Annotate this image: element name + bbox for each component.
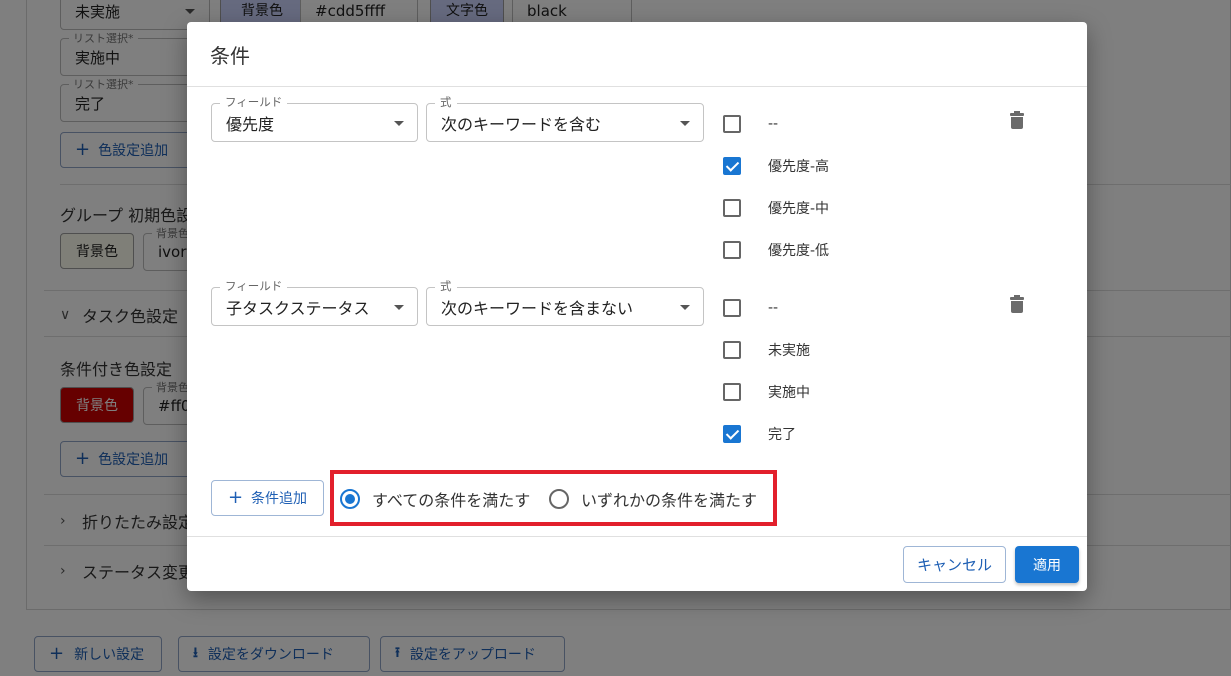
field-select-label: フィールド [220, 94, 288, 110]
option-checkbox-row[interactable]: 未実施 [723, 338, 810, 362]
option-checkbox-row[interactable]: 完了 [723, 422, 796, 446]
expression-select-value: 次のキーワードを含む [441, 114, 602, 134]
option-checkbox-row[interactable]: 優先度-低 [723, 238, 829, 262]
field-select[interactable]: フィールド 優先度 [211, 94, 418, 142]
checkbox-label: 実施中 [768, 385, 810, 401]
dialog-footer-divider [187, 536, 1087, 537]
dialog-title: 条件 [210, 44, 250, 68]
checkbox-label: 優先度-中 [768, 201, 830, 217]
field-select[interactable]: フィールド 子タスクステータス [211, 278, 418, 326]
option-checkbox-row[interactable]: -- [723, 112, 778, 136]
chevron-down-icon [394, 120, 404, 126]
checkbox[interactable] [723, 299, 741, 317]
chevron-down-icon [680, 304, 690, 310]
expression-select-value: 次のキーワードを含まない [441, 298, 634, 318]
match-any-radio-option[interactable]: いずれかの条件を満たす [549, 487, 757, 511]
checkbox-label: 優先度-低 [768, 243, 830, 259]
field-select-label: フィールド [220, 278, 288, 294]
radio-label: すべての条件を満たす [372, 491, 531, 510]
match-all-radio-option[interactable]: すべての条件を満たす [340, 487, 530, 511]
apply-button[interactable]: 適用 [1015, 546, 1079, 583]
checkbox-label: -- [768, 300, 779, 316]
option-checkbox-row[interactable]: -- [723, 296, 778, 320]
checkbox[interactable] [723, 383, 741, 401]
checkbox[interactable] [723, 199, 741, 217]
radio-label: いずれかの条件を満たす [581, 491, 758, 510]
field-select-value: 優先度 [226, 114, 275, 134]
checkbox-label: -- [768, 116, 779, 132]
expression-select[interactable]: 式 次のキーワードを含む [426, 94, 704, 142]
option-checkbox-row[interactable]: 優先度-中 [723, 196, 829, 220]
checkbox-label: 完了 [768, 427, 796, 443]
delete-condition-trash-icon[interactable] [1010, 111, 1024, 129]
checkbox-label: 未実施 [768, 343, 810, 359]
chevron-down-icon [680, 120, 690, 126]
delete-condition-trash-icon[interactable] [1010, 295, 1024, 313]
checkbox[interactable] [723, 341, 741, 359]
chevron-down-icon [394, 304, 404, 310]
expression-select-label: 式 [435, 278, 457, 294]
cancel-button[interactable]: キャンセル [903, 546, 1006, 583]
checkbox[interactable] [723, 115, 741, 133]
checkbox-label: 優先度-高 [768, 159, 830, 175]
radio-button[interactable] [340, 489, 360, 509]
option-checkbox-row[interactable]: 優先度-高 [723, 154, 829, 178]
field-select-value: 子タスクステータス [226, 298, 370, 318]
checkbox[interactable] [723, 425, 741, 443]
expression-select[interactable]: 式 次のキーワードを含まない [426, 278, 704, 326]
checkbox[interactable] [723, 157, 741, 175]
checkbox[interactable] [723, 241, 741, 259]
expression-select-label: 式 [435, 94, 457, 110]
dialog-header-divider [187, 86, 1087, 87]
condition-dialog: 条件 フィールド 優先度 式 次のキーワードを含む -- 優先度-高 優先度-中… [187, 22, 1087, 591]
add-condition-button[interactable]: + 条件追加 [211, 480, 324, 516]
add-condition-label: 条件追加 [251, 491, 308, 507]
radio-button[interactable] [549, 489, 569, 509]
plus-icon: + [227, 487, 244, 508]
option-checkbox-row[interactable]: 実施中 [723, 380, 810, 404]
